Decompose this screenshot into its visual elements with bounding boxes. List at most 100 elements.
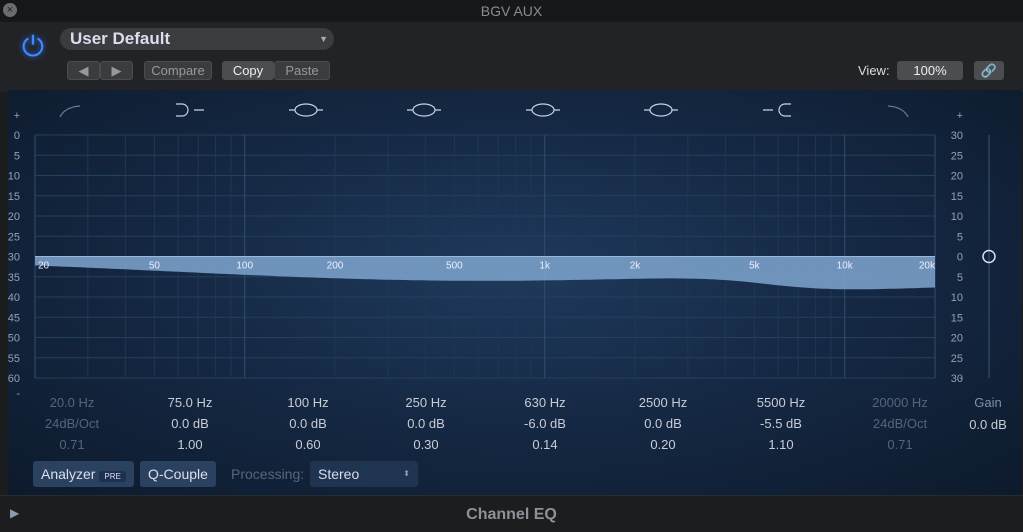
plugin-name: Channel EQ [466, 506, 557, 523]
right-scale-label: 25 [951, 353, 963, 365]
band-gain[interactable]: 24dB/Oct [840, 416, 960, 437]
left-scale-label: 50 [8, 333, 20, 345]
band-freq[interactable]: 630 Hz [485, 395, 605, 416]
band-q[interactable]: 0.30 [366, 437, 486, 458]
band-q[interactable]: 0.60 [248, 437, 368, 458]
band-q[interactable]: 0.71 [840, 437, 960, 458]
high-cut-band-icon[interactable] [887, 105, 909, 118]
left-scale-label: 35 [8, 272, 20, 284]
band-gain[interactable]: -6.0 dB [485, 416, 605, 437]
freq-label: 20k [919, 261, 936, 272]
low-shelf-band-icon[interactable] [176, 103, 204, 117]
host-toolbar: BGV AUX × ⏻ User Default ▼ ◀ ▶ Compare Co… [0, 0, 1023, 92]
left-scale-label: 40 [8, 292, 20, 304]
preset-selector[interactable]: User Default ▼ [60, 28, 334, 50]
band-gain[interactable]: 0.0 dB [603, 416, 723, 437]
q-couple-button[interactable]: Q-Couple [140, 461, 216, 487]
bell-band-icon[interactable] [407, 103, 441, 117]
view-zoom-select[interactable]: 100% [897, 61, 963, 80]
right-scale-label: 30 [951, 130, 963, 142]
band-freq[interactable]: 20000 Hz [840, 395, 960, 416]
band-freq[interactable]: 20.0 Hz [12, 395, 132, 416]
gain-label: Gain [974, 395, 1002, 410]
compare-button[interactable]: Compare [144, 61, 212, 80]
band-3-params: 100 Hz 0.0 dB 0.60 [248, 395, 368, 458]
chevron-down-icon: ▼ [319, 34, 328, 44]
left-scale-label: 20 [8, 211, 20, 223]
band-5-params: 630 Hz -6.0 dB 0.14 [485, 395, 605, 458]
right-scale-label: 5 [957, 272, 963, 284]
view-label: View: [858, 63, 890, 78]
freq-label: 2k [630, 261, 642, 272]
paste-button[interactable]: Paste [274, 61, 330, 80]
band-q[interactable]: 0.14 [485, 437, 605, 458]
right-scale-label: 10 [951, 211, 963, 223]
processing-value: Stereo [318, 466, 360, 482]
window-title: BGV AUX [0, 0, 1023, 22]
low-cut-band-icon[interactable] [59, 105, 81, 118]
link-icon[interactable]: 🔗 [974, 61, 1004, 80]
band-q[interactable]: 1.10 [721, 437, 841, 458]
prev-preset-button[interactable]: ◀ [67, 61, 100, 80]
eq-curve-fill [35, 256, 935, 290]
band-4-params: 250 Hz 0.0 dB 0.30 [366, 395, 486, 458]
right-scale-label: 25 [951, 150, 963, 162]
band-gain[interactable]: 0.0 dB [130, 416, 250, 437]
band-q[interactable]: 0.71 [12, 437, 132, 458]
band-gain[interactable]: 0.0 dB [248, 416, 368, 437]
copy-button[interactable]: Copy [222, 61, 274, 80]
power-icon[interactable]: ⏻ [18, 32, 48, 62]
left-scale-label: 60 [8, 373, 20, 385]
band-freq[interactable]: 100 Hz [248, 395, 368, 416]
band-freq[interactable]: 5500 Hz [721, 395, 841, 416]
left-scale-label: 25 [8, 231, 20, 243]
left-scale-label: 10 [8, 171, 20, 183]
band-q[interactable]: 0.20 [603, 437, 723, 458]
band-gain[interactable]: 0.0 dB [366, 416, 486, 437]
left-scale-label: 55 [8, 353, 20, 365]
left-scale-label: 30 [8, 252, 20, 264]
band-gain[interactable]: -5.5 dB [721, 416, 841, 437]
processing-select[interactable]: Stereo ⬍ [310, 461, 418, 487]
right-scale-label: + [957, 110, 963, 122]
right-scale-label: 20 [951, 333, 963, 345]
band-6-params: 2500 Hz 0.0 dB 0.20 [603, 395, 723, 458]
preset-name: User Default [70, 29, 171, 48]
high-shelf-band-icon[interactable] [763, 103, 791, 117]
band-1-params: 20.0 Hz 24dB/Oct 0.71 [12, 395, 132, 458]
freq-label: 20 [38, 261, 50, 272]
bell-band-icon[interactable] [289, 103, 323, 117]
analyzer-button[interactable]: Analyzer PRE [33, 461, 134, 487]
freq-label: 500 [446, 261, 463, 272]
band-q[interactable]: 1.00 [130, 437, 250, 458]
right-scale-label: 5 [957, 231, 963, 243]
bell-band-icon[interactable] [644, 103, 678, 117]
processing-label: Processing: [231, 466, 305, 482]
band-7-params: 5500 Hz -5.5 dB 1.10 [721, 395, 841, 458]
close-icon[interactable]: × [3, 3, 17, 17]
bell-band-icon[interactable] [526, 103, 560, 117]
band-freq[interactable]: 2500 Hz [603, 395, 723, 416]
eq-panel: +0 5 10 15 20 25 30 35 40 45 50 55 60- +30 25 20 15 10 5 0 5… [8, 90, 1022, 495]
left-scale-label: 45 [8, 312, 20, 324]
right-scale-label: - [959, 372, 963, 384]
next-preset-button[interactable]: ▶ [100, 61, 133, 80]
band-freq[interactable]: 75.0 Hz [130, 395, 250, 416]
left-scale-label: 0 [14, 130, 20, 142]
pre-badge[interactable]: PRE [99, 471, 126, 482]
right-scale-label: 20 [951, 171, 963, 183]
plugin-footer: ▶ Channel EQ [0, 495, 1023, 532]
analyzer-label: Analyzer [41, 466, 96, 482]
freq-label: 5k [749, 261, 761, 272]
freq-label: 50 [149, 261, 161, 272]
band-freq[interactable]: 250 Hz [366, 395, 486, 416]
gain-value[interactable]: 0.0 dB [963, 417, 1013, 432]
right-scale-label: 0 [957, 252, 963, 264]
left-scale-label: 15 [8, 191, 20, 203]
stepper-icon: ⬍ [403, 469, 410, 478]
freq-label: 200 [327, 261, 344, 272]
band-gain[interactable]: 24dB/Oct [12, 416, 132, 437]
band-2-params: 75.0 Hz 0.0 dB 1.00 [130, 395, 250, 458]
band-8-params: 20000 Hz 24dB/Oct 0.71 [840, 395, 960, 458]
left-scale-label: + [14, 110, 20, 122]
